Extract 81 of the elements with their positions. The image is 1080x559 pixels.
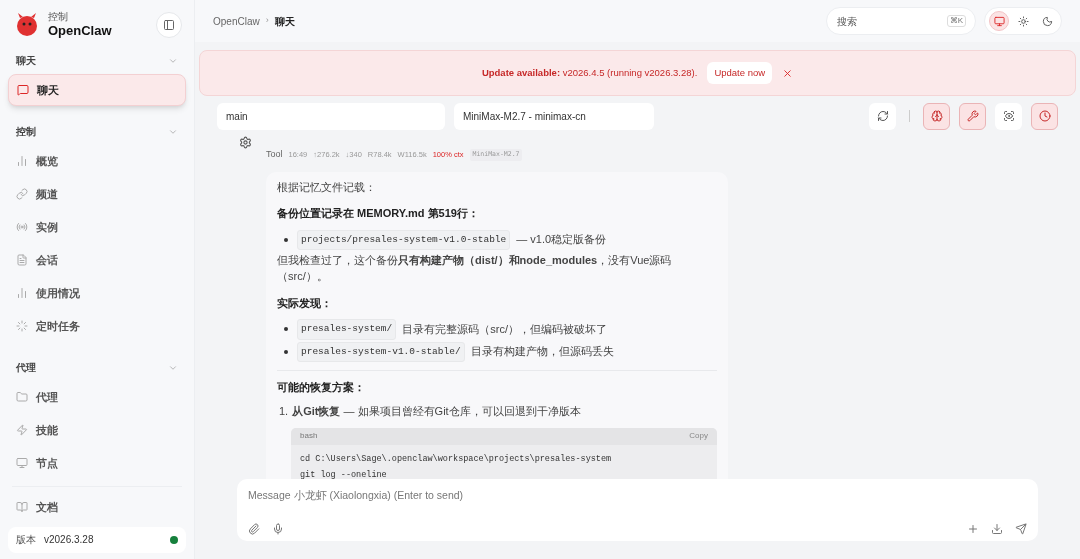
- message-input[interactable]: Message 小龙虾 (Xiaolongxia) (Enter to send): [248, 488, 1027, 504]
- bullet-icon: [284, 237, 288, 242]
- nav-item[interactable]: 聊天: [8, 73, 186, 106]
- focus-button[interactable]: [995, 102, 1022, 130]
- lightning-icon: [16, 423, 28, 436]
- message-composer[interactable]: Message 小龙虾 (Xiaolongxia) (Enter to send): [237, 479, 1038, 541]
- list-item-text: — v1.0稳定版备份: [516, 232, 607, 248]
- bullet-icon: [284, 327, 288, 332]
- history-toggle[interactable]: [1031, 102, 1058, 130]
- nav-item[interactable]: 代理: [8, 380, 186, 413]
- inline-code: presales-system-v1.0-stable/: [297, 341, 465, 362]
- code-language: bash: [300, 430, 318, 443]
- nav-group-header[interactable]: 控制: [8, 118, 186, 145]
- model-select[interactable]: MiniMax-M2.7 - minimax-cn: [454, 102, 654, 130]
- sidebar-panel-icon: [163, 18, 175, 31]
- list-number: 1.: [279, 404, 289, 420]
- close-icon[interactable]: [782, 67, 794, 79]
- theme-button[interactable]: [989, 11, 1009, 31]
- nav-item[interactable]: 使用情况: [8, 276, 186, 309]
- nav-item[interactable]: 频道: [8, 177, 186, 210]
- book-icon: [16, 500, 28, 513]
- list-item-text: 目录有完整源码（src/），但编码被破坏了: [402, 322, 607, 338]
- shortcut-hint: ⌘K: [946, 15, 966, 27]
- moon-icon: [1041, 15, 1053, 27]
- message-paragraph: 根据记忆文件记载：: [277, 179, 377, 195]
- nav-item[interactable]: 定时任务: [8, 309, 186, 342]
- version-label: 版本: [16, 533, 36, 548]
- spinner-icon: [16, 319, 28, 332]
- breadcrumb-item[interactable]: OpenClaw: [213, 13, 260, 29]
- breadcrumb-item: 聊天: [274, 14, 295, 29]
- send-icon[interactable]: [1015, 523, 1027, 535]
- message-heading: 备份位置记录在 MEMORY.md 第519行：: [277, 206, 480, 221]
- gear-icon: [239, 136, 252, 149]
- collapse-sidebar-button[interactable]: [156, 11, 182, 38]
- plus-icon[interactable]: [967, 523, 979, 535]
- nav-group-header[interactable]: 聊天: [8, 47, 186, 74]
- brand-title: OpenClaw: [48, 23, 112, 40]
- message-heading: 实际发现：: [277, 295, 333, 311]
- nav-item[interactable]: 文档: [8, 490, 186, 523]
- sender-name: Tool: [266, 148, 283, 161]
- refresh-button[interactable]: [869, 102, 896, 130]
- nav-item[interactable]: 概览: [8, 144, 186, 177]
- refresh-icon: [876, 110, 889, 122]
- bullet-icon: [284, 349, 288, 354]
- brand-subtitle: 控制: [48, 10, 69, 23]
- chat-bubble-icon: [17, 83, 29, 96]
- brain-icon: [930, 110, 943, 122]
- document-icon: [16, 253, 28, 266]
- nav-group-header[interactable]: 代理: [8, 354, 186, 381]
- inline-code: projects/presales-system-v1.0-stable: [297, 229, 511, 250]
- thinking-toggle[interactable]: [923, 102, 950, 130]
- folder-icon: [16, 390, 28, 403]
- inline-code: presales-system/: [297, 319, 397, 340]
- clock-icon: [1038, 110, 1051, 122]
- code-text: cd C:\Users\Sage\.openclaw\workspace\projects\presales-system git log --oneline: [299, 452, 613, 482]
- list-item-text: 目录有构建产物，但源码丢失: [470, 344, 614, 360]
- radio-signal-icon: [16, 220, 28, 233]
- monitor-icon: [993, 15, 1005, 27]
- microphone-icon[interactable]: [272, 523, 284, 535]
- nav-item[interactable]: 实例: [8, 210, 186, 243]
- list-item-text: 从Git恢复 — 如果项目曾经有Git仓库，可以回退到干净版本: [292, 404, 581, 420]
- focus-icon: [1002, 110, 1015, 122]
- message-paragraph: 但我检查过了，这个备份只有构建产物（dist/）和node_modules，没有Vue源码（src/）。: [277, 252, 673, 285]
- bar-chart-icon: [16, 286, 28, 299]
- agent-select[interactable]: main: [217, 102, 445, 130]
- download-icon[interactable]: [991, 523, 1003, 535]
- update-message: Update available: v2026.4.5 (running v2026.3.28).: [481, 65, 698, 80]
- bar-chart-icon: [16, 154, 28, 167]
- nav-item[interactable]: 节点: [8, 446, 186, 479]
- wrench-icon: [966, 110, 979, 122]
- nav-item[interactable]: 技能: [8, 413, 186, 446]
- breadcrumb-separator: ›: [265, 14, 269, 28]
- monitor-icon: [16, 456, 28, 469]
- paperclip-icon[interactable]: [248, 523, 260, 535]
- link-icon: [16, 187, 28, 200]
- sun-icon: [1017, 15, 1029, 27]
- message-heading: 可能的恢复方案：: [277, 379, 366, 395]
- nav-item[interactable]: 会话: [8, 243, 186, 276]
- version-number: v2026.3.28: [44, 533, 94, 548]
- update-now-button[interactable]: Update now: [707, 62, 773, 84]
- tools-toggle[interactable]: [959, 102, 986, 130]
